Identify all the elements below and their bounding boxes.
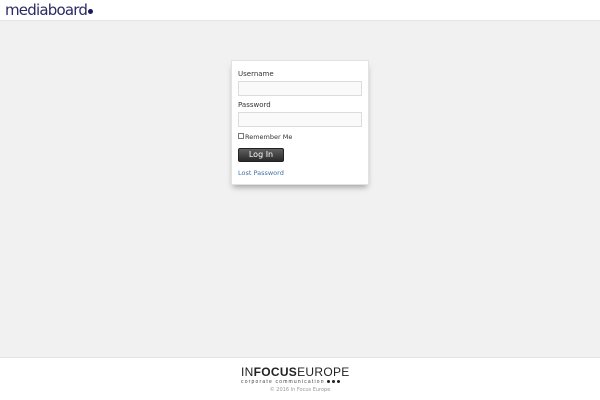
remember-me-row[interactable]: Remember Me	[238, 133, 292, 141]
lost-password-link[interactable]: Lost Password	[238, 169, 284, 177]
log-in-button[interactable]: Log In	[238, 148, 284, 162]
footer-tagline: corporate communication	[241, 379, 361, 386]
username-label: Username	[238, 70, 274, 78]
logo-text: mediaboard	[5, 1, 88, 19]
brand-focus: FOCUS	[253, 365, 298, 379]
mediaboard-logo[interactable]: mediaboard	[5, 1, 94, 19]
brand-europe: EUROPE	[297, 365, 350, 379]
tagline-text: corporate communication	[241, 379, 325, 385]
brand-in: IN	[241, 365, 254, 379]
footer: INFOCUSEUROPE corporate communication © …	[0, 357, 600, 400]
username-input[interactable]	[238, 81, 362, 96]
top-header-bar: mediaboard	[0, 0, 600, 21]
remember-me-label: Remember Me	[245, 133, 293, 141]
password-input[interactable]	[238, 112, 362, 127]
remember-me-checkbox[interactable]	[238, 133, 244, 139]
logo-dot-icon	[88, 9, 94, 14]
three-dots-icon	[326, 379, 342, 386]
password-label: Password	[238, 101, 271, 109]
copyright-text: © 2016 In Focus Europe	[269, 387, 331, 393]
footer-logo-text: INFOCUSEUROPE	[241, 366, 361, 379]
login-form: Username Password Remember Me Log In Los…	[231, 60, 369, 185]
infocus-europe-logo[interactable]: INFOCUSEUROPE corporate communication	[241, 366, 361, 386]
